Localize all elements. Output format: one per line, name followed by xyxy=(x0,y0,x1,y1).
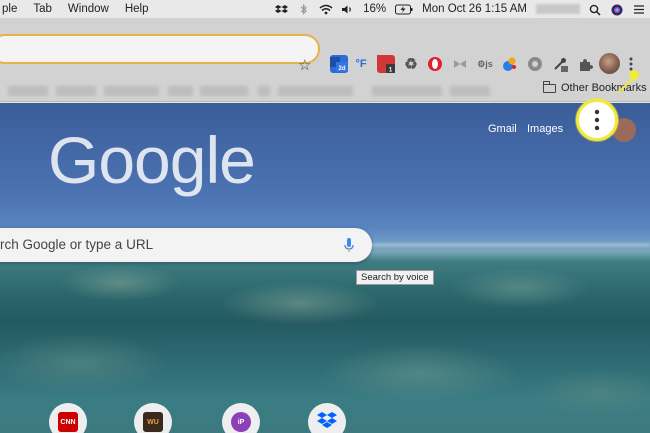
cnn-logo-icon: CNN xyxy=(58,412,78,432)
shortcut-wu[interactable]: WU xyxy=(134,403,172,433)
folder-icon xyxy=(542,80,556,93)
menu-help[interactable]: Help xyxy=(125,3,149,15)
voice-search-tooltip: Search by voice xyxy=(356,270,434,285)
bookmark-item-blurred[interactable] xyxy=(168,86,193,96)
extension-eyedropper-icon[interactable] xyxy=(551,55,569,73)
bookmark-star-icon[interactable]: ☆ xyxy=(298,56,311,74)
gmail-link[interactable]: Gmail xyxy=(488,123,517,135)
images-link[interactable]: Images xyxy=(527,123,563,135)
ip-logo-icon: iP xyxy=(231,412,251,432)
extension-js-icon[interactable]: ⚙js xyxy=(476,55,494,73)
spotlight-search-icon[interactable] xyxy=(589,4,602,16)
menu-clock[interactable]: Mon Oct 26 1:15 AM xyxy=(422,3,527,15)
shortcut-dropbox[interactable] xyxy=(308,403,346,433)
bluetooth-icon[interactable] xyxy=(297,3,310,15)
bookmark-item-blurred[interactable] xyxy=(450,86,490,96)
menu-tab[interactable]: Tab xyxy=(33,3,52,15)
search-placeholder: rch Google or type a URL xyxy=(0,237,154,252)
extension-opera-icon[interactable] xyxy=(426,55,444,73)
bookmark-item-blurred[interactable] xyxy=(8,86,48,96)
other-bookmarks-label: Other Bookmarks xyxy=(561,82,647,94)
extension-bow-icon[interactable] xyxy=(451,55,469,73)
extension-colorful-icon[interactable] xyxy=(501,55,519,73)
bookmark-item-blurred[interactable] xyxy=(104,86,159,96)
svg-text:2d: 2d xyxy=(338,66,345,72)
bookmark-item-blurred[interactable] xyxy=(56,86,96,96)
other-bookmarks-folder[interactable]: Other Bookmarks xyxy=(542,80,647,94)
shortcut-ip[interactable]: iP xyxy=(222,403,260,433)
user-account-blurred xyxy=(536,4,580,14)
dropbox-logo-icon xyxy=(317,411,337,433)
battery-charging-icon[interactable] xyxy=(395,4,413,15)
volume-icon[interactable] xyxy=(341,4,354,15)
callout-pointer-dot xyxy=(629,70,639,80)
microphone-icon[interactable] xyxy=(344,238,354,254)
siri-icon[interactable] xyxy=(611,4,624,15)
bookmark-item-blurred[interactable] xyxy=(372,86,442,96)
extension-red-badge-icon[interactable]: 1 xyxy=(377,55,395,73)
bookmark-item-blurred[interactable] xyxy=(200,86,248,96)
menu-window[interactable]: Window xyxy=(68,3,109,15)
google-logo: Google xyxy=(48,123,256,197)
extension-weather-icon[interactable]: °F xyxy=(352,55,370,73)
highlighted-menu-button[interactable] xyxy=(576,99,618,141)
extension-2d-icon[interactable]: 2d xyxy=(330,55,348,73)
bookmark-item-blurred[interactable] xyxy=(278,86,353,96)
dropbox-status-icon[interactable] xyxy=(275,4,289,15)
extensions-puzzle-icon[interactable] xyxy=(576,55,594,73)
battery-percent: 16% xyxy=(363,3,387,15)
notification-center-icon[interactable] xyxy=(633,4,646,15)
wu-logo-icon: WU xyxy=(143,412,163,432)
extension-recycle-icon[interactable]: ♻ xyxy=(402,55,420,73)
wifi-icon[interactable] xyxy=(319,4,333,15)
address-bar[interactable] xyxy=(0,34,320,64)
menu-apple-app[interactable]: ple xyxy=(2,3,17,15)
kebab-menu-icon xyxy=(594,109,600,131)
shortcut-cnn[interactable]: CNN xyxy=(49,403,87,433)
extension-grey-circle-icon[interactable] xyxy=(526,55,544,73)
menu-bar: ple Tab Window Help 16% Mon Oct 26 1:15 … xyxy=(0,0,650,18)
profile-avatar[interactable] xyxy=(599,53,620,74)
bookmark-item-blurred[interactable] xyxy=(258,86,270,96)
